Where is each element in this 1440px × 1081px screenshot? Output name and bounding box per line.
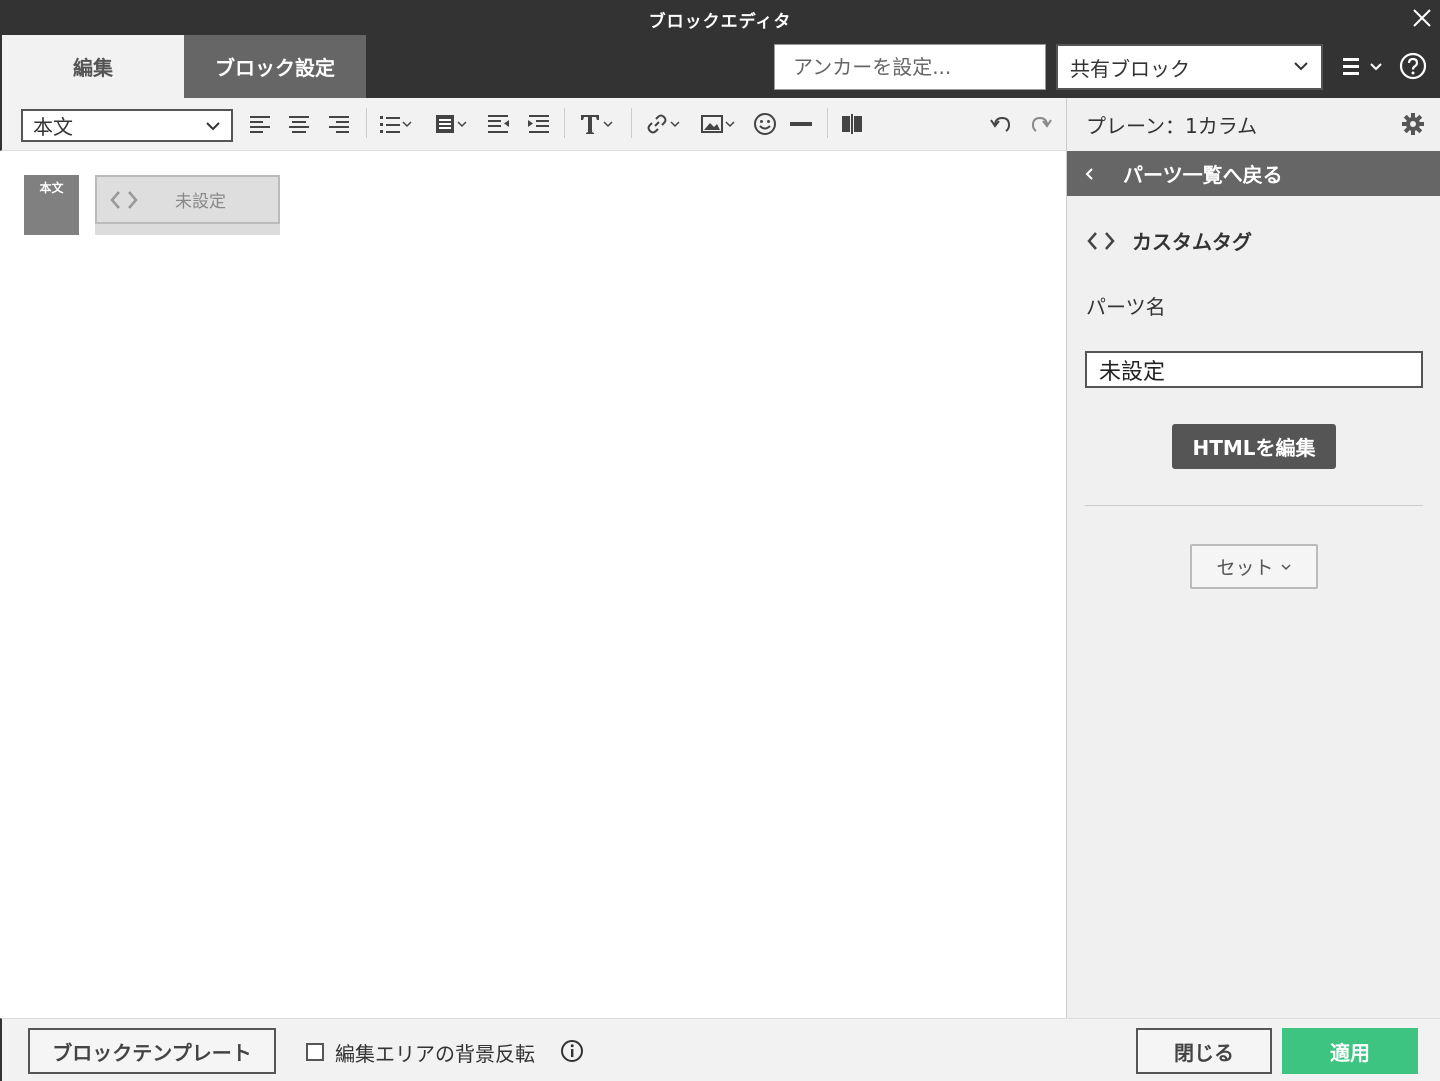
chevron-down-icon: [725, 121, 735, 128]
custom-tag-label: 未設定: [175, 192, 226, 212]
toolbar-divider: [564, 108, 565, 138]
column-button[interactable]: [840, 110, 864, 138]
outdent-icon: [488, 115, 509, 133]
chevron-down-icon: [457, 121, 467, 128]
info-icon[interactable]: [560, 1039, 584, 1063]
chevron-down-icon: [206, 122, 220, 131]
align-right-icon: [329, 116, 349, 133]
format-select[interactable]: 本文: [21, 109, 233, 142]
edit-html-button[interactable]: HTMLを編集: [1172, 424, 1336, 469]
chevron-down-icon: [402, 121, 412, 128]
menu-icon[interactable]: [1341, 54, 1385, 80]
block-style-icon: [436, 115, 454, 133]
editor-area[interactable]: [2, 152, 1066, 1018]
horizontal-rule-icon: [790, 122, 812, 126]
block-label[interactable]: 本文: [24, 175, 79, 235]
set-label: セット: [1216, 557, 1274, 579]
anchor-input[interactable]: [774, 44, 1046, 90]
outdent-button[interactable]: [487, 110, 511, 138]
block-template-button[interactable]: ブロックテンプレート: [28, 1028, 276, 1074]
undo-button[interactable]: [989, 110, 1013, 138]
custom-tag-part[interactable]: 未設定: [95, 175, 280, 224]
format-value: 本文: [33, 115, 73, 139]
invert-background-checkbox[interactable]: [306, 1043, 324, 1061]
align-left-button[interactable]: [249, 110, 271, 138]
part-type-heading: カスタムタグ: [1086, 226, 1252, 255]
gear-icon[interactable]: [1401, 112, 1425, 136]
code-icon: [110, 190, 138, 209]
divider: [1085, 505, 1423, 506]
horizontal-rule-button[interactable]: [789, 110, 813, 138]
editor-toolbar: 本文: [0, 98, 1066, 151]
chevron-down-icon: [1294, 62, 1308, 71]
help-icon[interactable]: [1399, 52, 1427, 80]
align-center-button[interactable]: [288, 110, 310, 138]
redo-icon: [1031, 116, 1052, 132]
bullet-list-icon: [380, 116, 400, 133]
undo-icon: [990, 116, 1011, 132]
image-icon: [701, 115, 723, 133]
text-format-icon: [581, 115, 599, 134]
chevron-down-icon: [603, 121, 613, 128]
link-icon: [647, 114, 667, 134]
align-right-button[interactable]: [328, 110, 350, 138]
redo-button[interactable]: [1029, 110, 1053, 138]
close-icon[interactable]: [1410, 6, 1434, 30]
shared-block-select[interactable]: 共有ブロック: [1056, 44, 1323, 90]
indent-button[interactable]: [526, 110, 550, 138]
link-button[interactable]: [645, 110, 681, 138]
part-type-label: カスタムタグ: [1132, 230, 1252, 254]
set-button[interactable]: セット: [1190, 544, 1318, 589]
align-center-icon: [289, 116, 309, 133]
right-panel: プレーン：1カラム パーツ一覧へ戻る カスタムタグ パーツ名 HTMLを編集 セ…: [1066, 98, 1440, 1018]
title-bar: ブロックエディタ: [0, 0, 1440, 35]
align-left-icon: [250, 116, 270, 133]
text-format-button[interactable]: [578, 110, 614, 138]
tab-edit[interactable]: 編集: [2, 35, 184, 98]
code-icon: [1087, 231, 1115, 250]
emoji-button[interactable]: [753, 110, 777, 138]
toolbar-divider: [827, 108, 828, 138]
chevron-down-icon: [1280, 563, 1291, 570]
plane-label: プレーン：1カラム: [1086, 114, 1258, 138]
footer: ブロックテンプレート 編集エリアの背景反転 閉じる 適用: [0, 1018, 1440, 1081]
back-to-parts-button[interactable]: パーツ一覧へ戻る: [1067, 151, 1440, 196]
image-button[interactable]: [700, 110, 736, 138]
indent-icon: [528, 115, 549, 133]
apply-button[interactable]: 適用: [1282, 1028, 1418, 1074]
chevron-down-icon: [670, 121, 680, 128]
custom-tag-block[interactable]: 未設定: [95, 175, 280, 235]
part-name-input[interactable]: [1085, 351, 1423, 388]
invert-background-label: 編集エリアの背景反転: [335, 1042, 535, 1066]
column-split-icon: [842, 114, 862, 134]
block-style-button[interactable]: [434, 110, 468, 138]
window-title: ブロックエディタ: [648, 12, 792, 32]
list-button[interactable]: [379, 110, 413, 138]
chevron-left-icon: [1085, 167, 1093, 180]
tab-block-settings[interactable]: ブロック設定: [184, 35, 366, 98]
close-button[interactable]: 閉じる: [1136, 1028, 1272, 1074]
part-name-label: パーツ名: [1086, 295, 1166, 319]
toolbar-divider: [366, 108, 367, 138]
shared-block-value: 共有ブロック: [1070, 56, 1190, 81]
back-label: パーツ一覧へ戻る: [1123, 163, 1283, 187]
header: 編集 ブロック設定 共有ブロック: [0, 35, 1440, 98]
toolbar-divider: [631, 108, 632, 138]
emoji-icon: [754, 113, 776, 135]
